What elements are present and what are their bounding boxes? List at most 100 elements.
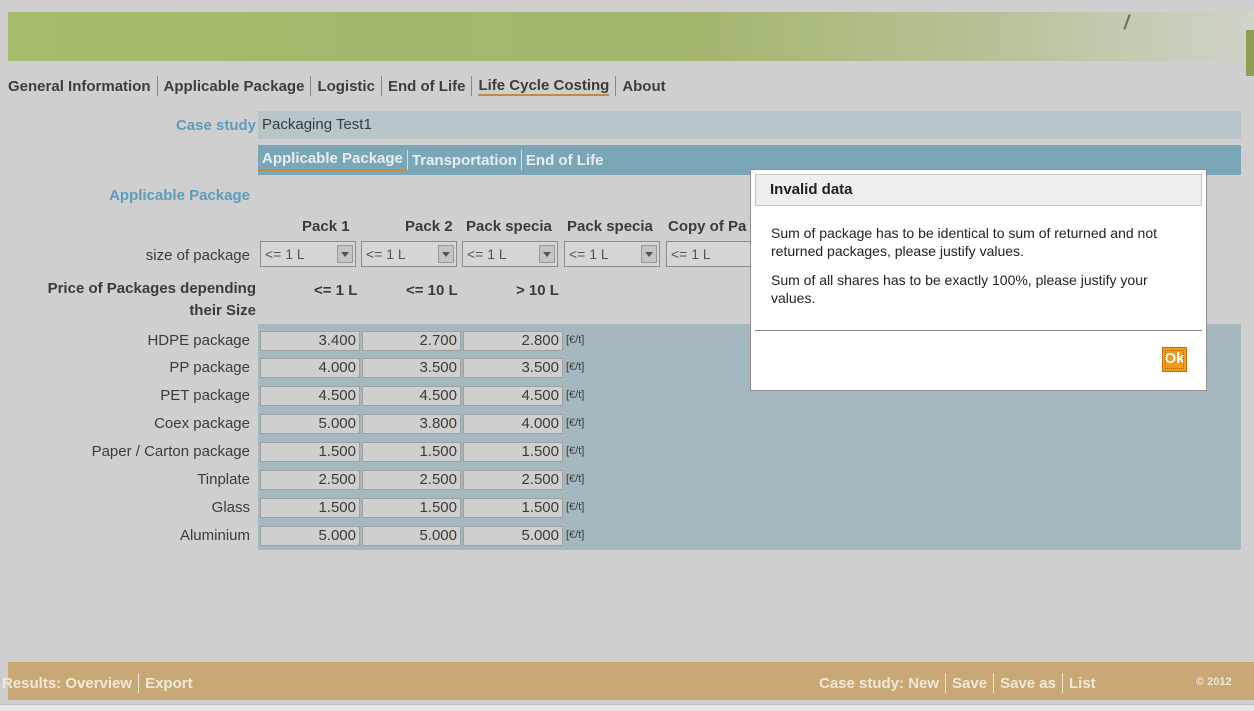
nav-separator [380,76,382,96]
chevron-down-icon[interactable] [337,245,353,263]
price-cell[interactable]: 1.500 [362,498,461,518]
nav-general-information[interactable]: General Information [8,78,151,95]
footer-results: Results: Overview Export [2,673,193,693]
footer-separator [138,673,140,693]
size-header: <= 1 L [314,282,358,299]
price-cell[interactable]: 4.000 [463,414,563,434]
table-row: 2.500 2.500 2.500 [€/t] [258,469,1241,491]
unit-label: [€/t] [566,501,585,513]
row-label: Aluminium [179,527,250,544]
nav-separator [156,76,158,96]
save-as-link[interactable]: Save as [1000,675,1056,692]
price-cell[interactable]: 1.500 [362,442,461,462]
nav-applicable-package[interactable]: Applicable Package [164,78,305,95]
footer-bar: Results: Overview Export Case study: New… [2,662,1254,700]
dialog-message-1: Sum of package has to be identical to su… [771,225,1158,259]
price-label-line2: their Size [189,302,256,319]
export-link[interactable]: Export [145,675,193,692]
select-value: <= 1 L [366,246,406,262]
price-cell[interactable]: 5.000 [260,414,360,434]
row-label: Glass [211,499,250,516]
banner-decoration [1123,14,1131,30]
nav-separator [615,76,617,96]
price-cell[interactable]: 2.500 [362,470,461,490]
price-cell[interactable]: 4.500 [463,386,563,406]
footer-case-study: Case study: New Save Save as List [819,673,1096,693]
size-header: <= 10 L [406,282,458,299]
price-cell[interactable]: 4.500 [260,386,360,406]
select-value: <= 1 L [265,246,305,262]
size-of-package-label: size of package [145,247,250,264]
banner-edge [1246,30,1254,76]
size-select-pack-5[interactable]: <= 1 L [666,241,752,267]
price-cell[interactable]: 3.500 [362,358,461,378]
invalid-data-dialog: Invalid data Sum of package has to be id… [750,169,1207,391]
nav-logistic[interactable]: Logistic [317,78,375,95]
size-select-pack-1[interactable]: <= 1 L [260,241,356,267]
select-value: <= 1 L [467,246,507,262]
price-cell[interactable]: 1.500 [260,442,360,462]
nav-separator [310,76,312,96]
unit-label: [€/t] [566,529,585,541]
price-cell[interactable]: 3.400 [260,331,360,351]
chevron-down-icon[interactable] [539,245,555,263]
subtab-applicable-package[interactable]: Applicable Package [258,150,407,171]
price-cell[interactable]: 4.500 [362,386,461,406]
unit-label: [€/t] [566,473,585,485]
case-study-footer-label: Case study: [819,674,905,692]
price-section-label: Price of Packages depending their Size [48,278,256,322]
price-cell[interactable]: 5.000 [260,526,360,546]
ok-button[interactable]: Ok [1162,347,1187,372]
table-row: 1.500 1.500 1.500 [€/t] [258,497,1241,519]
list-link[interactable]: List [1069,675,1096,692]
price-cell[interactable]: 3.500 [463,358,563,378]
price-cell[interactable]: 2.800 [463,331,563,351]
unit-label: [€/t] [566,445,585,457]
price-cell[interactable]: 1.500 [260,498,360,518]
save-link[interactable]: Save [952,675,987,692]
pack-header: Pack 2 [405,218,453,235]
case-study-value: Packaging Test1 [258,111,1241,139]
subtab-end-of-life[interactable]: End of Life [522,152,608,169]
dialog-divider [755,330,1202,331]
nav-life-cycle-costing[interactable]: Life Cycle Costing [478,77,610,96]
price-cell[interactable]: 1.500 [463,442,563,462]
dialog-message-2: Sum of all shares has to be exactly 100%… [771,272,1148,306]
pack-header: Pack 1 [302,218,350,235]
copyright: © 2012 [1196,676,1232,688]
results-label: Results: [2,674,62,692]
price-cell[interactable]: 2.700 [362,331,461,351]
pack-header: Pack specia [567,218,653,235]
price-cell[interactable]: 2.500 [260,470,360,490]
price-cell[interactable]: 3.800 [362,414,461,434]
pack-header: Pack specia [466,218,552,235]
select-value: <= 1 L [671,246,711,262]
price-cell[interactable]: 5.000 [362,526,461,546]
unit-label: [€/t] [566,361,585,373]
new-link[interactable]: New [908,675,939,692]
price-cell[interactable]: 4.000 [260,358,360,378]
subtab-transportation[interactable]: Transportation [408,152,521,169]
footer-separator [945,673,947,693]
dialog-title: Invalid data [755,174,1202,206]
price-cell[interactable]: 1.500 [463,498,563,518]
chevron-down-icon[interactable] [641,245,657,263]
size-select-pack-3[interactable]: <= 1 L [462,241,558,267]
size-select-pack-2[interactable]: <= 1 L [361,241,457,267]
table-row: 5.000 5.000 5.000 [€/t] [258,525,1241,547]
row-label: PET package [160,387,250,404]
case-study-row: Case study Packaging Test1 [8,111,1241,139]
nav-end-of-life[interactable]: End of Life [388,78,466,95]
pack-header: Copy of Pa [668,218,747,235]
main-nav: General Information Applicable Package L… [8,72,666,100]
price-cell[interactable]: 5.000 [463,526,563,546]
nav-about[interactable]: About [622,78,665,95]
overview-link[interactable]: Overview [65,675,132,692]
size-select-pack-4[interactable]: <= 1 L [564,241,660,267]
row-label: PP package [169,359,250,376]
row-label: Tinplate [197,471,250,488]
price-cell[interactable]: 2.500 [463,470,563,490]
unit-label: [€/t] [566,334,585,346]
table-row: 1.500 1.500 1.500 [€/t] [258,441,1241,463]
chevron-down-icon[interactable] [438,245,454,263]
